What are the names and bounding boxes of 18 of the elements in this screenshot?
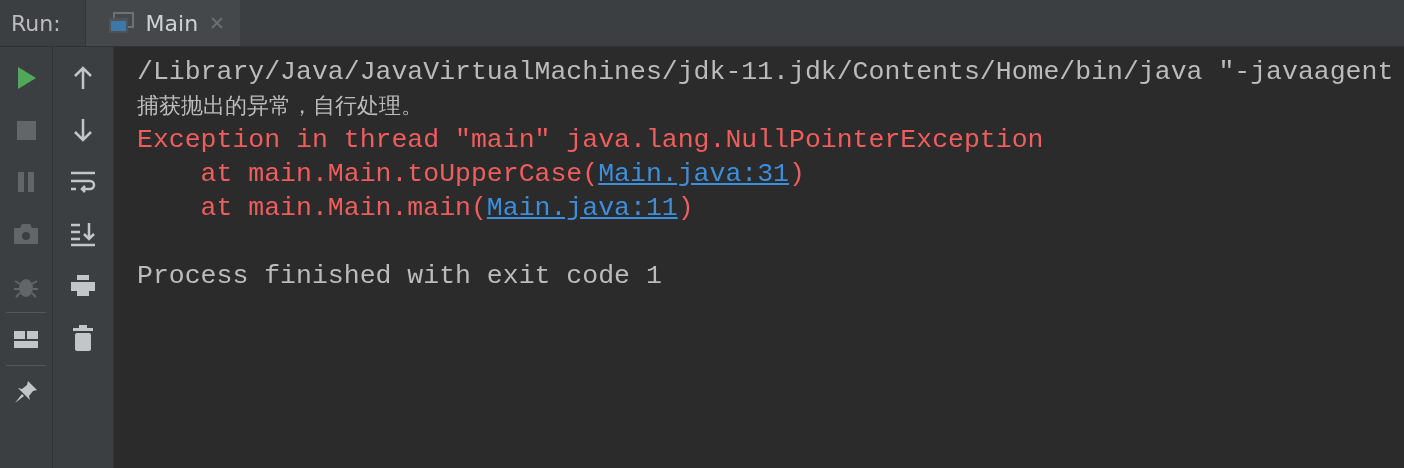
window-icon [107, 12, 134, 34]
console-line: /Library/Java/JavaVirtualMachines/jdk-11.jdk/Contents/Home/bin/java "-javaagent [137, 57, 1394, 87]
scroll-to-end-icon[interactable] [70, 221, 96, 247]
trash-icon[interactable] [70, 325, 96, 351]
source-link[interactable]: Main.java:11 [486, 193, 678, 223]
console-line: 捕获抛出的异常，自行处理。 [137, 93, 423, 118]
pin-icon[interactable] [13, 379, 39, 405]
console-line: Exception in thread "main" java.lang.NullPointerException [137, 125, 1044, 155]
console-line: ) [789, 159, 805, 189]
source-link[interactable]: Main.java:31 [598, 159, 790, 189]
run-label: Run: [10, 10, 62, 36]
soft-wrap-icon[interactable] [70, 169, 96, 195]
print-icon[interactable] [70, 273, 96, 299]
console-line: Process finished with exit code 1 [137, 261, 662, 291]
console-line: ) [677, 193, 694, 223]
console-line: at main.Main.main( [199, 193, 487, 223]
console-tab[interactable]: Main [84, 0, 241, 46]
console-line: at main.Main.toUpperCase( [199, 159, 599, 189]
